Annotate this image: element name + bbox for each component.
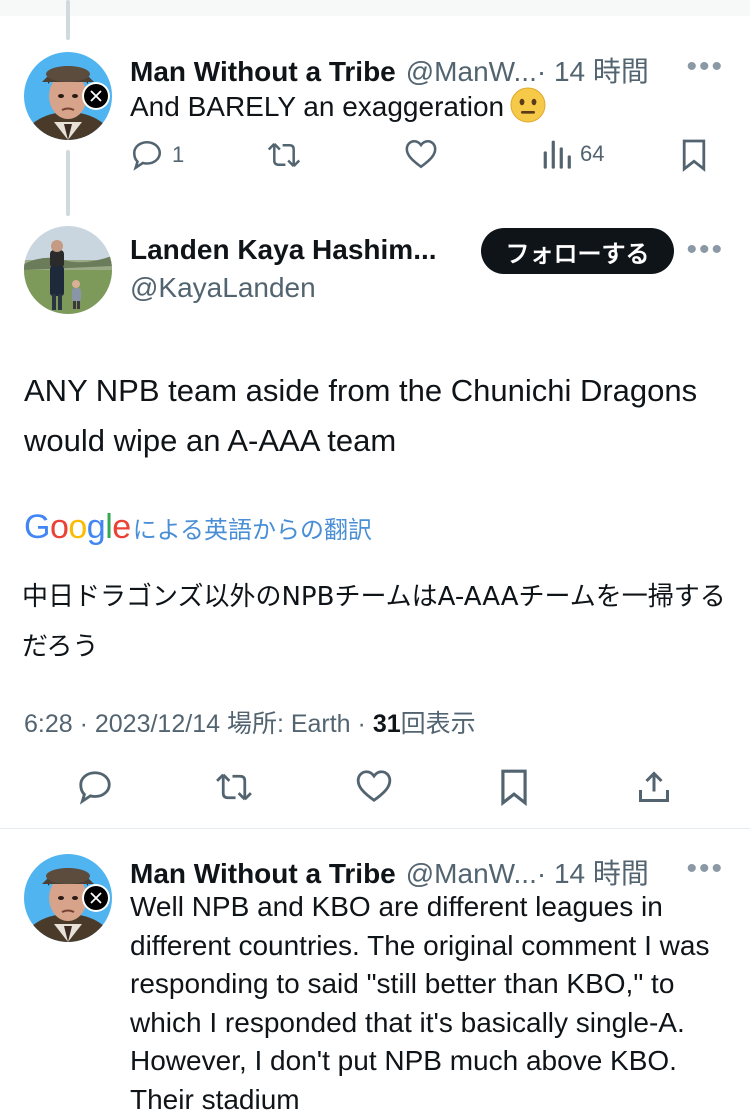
reply-count: 1 (172, 142, 185, 167)
share-button[interactable] (636, 768, 672, 806)
thread-line-top (66, 0, 70, 40)
avatar-main[interactable] (24, 226, 112, 314)
bookmark-button[interactable] (680, 138, 708, 172)
divider (0, 828, 750, 829)
x-badge-icon (82, 884, 110, 912)
reply-text: Well NPB and KBO are different leagues i… (130, 891, 710, 1115)
handle-main[interactable]: @KayaLanden (130, 272, 316, 304)
views-button[interactable]: 64 (542, 138, 604, 170)
handle[interactable]: @ManW... (406, 56, 537, 88)
retweet-button[interactable] (214, 768, 254, 806)
display-name-main[interactable]: Landen Kaya Hashim... (130, 234, 437, 266)
meta-timestamp[interactable]: 6:28 · 2023/12/14 場所: Earth · (24, 710, 373, 738)
reply-button[interactable]: 1 (130, 138, 184, 172)
bookmark-button[interactable] (498, 768, 530, 806)
meta-view-label: 回表示 (400, 710, 476, 738)
follow-button[interactable]: フォローする (481, 228, 674, 274)
timestamp[interactable]: · 14 時間 (537, 852, 649, 892)
translation-attribution[interactable]: Google による英語からの翻訳 (24, 508, 372, 547)
reply-text-body: And BARELY an exaggeration (130, 91, 505, 122)
timestamp[interactable]: · 14 時間 (537, 50, 649, 90)
top-fade (0, 0, 750, 16)
more-icon[interactable]: ••• (686, 854, 724, 884)
meta-view-count: 31 (372, 710, 401, 738)
thread-line-middle (66, 150, 70, 216)
more-icon[interactable]: ••• (686, 52, 724, 82)
author-row: Man Without a Tribe @ManW... · 14 時間 (130, 852, 649, 892)
author-row: Man Without a Tribe @ManW... · 14 時間 (130, 50, 649, 90)
translation-label: による英語からの翻訳 (132, 516, 372, 544)
view-count: 64 (580, 141, 605, 166)
tweet-meta: 6:28 · 2023/12/14 場所: Earth · 31回表示 (24, 704, 476, 740)
tweet-text: ANY NPB team aside from the Chunichi Dra… (24, 373, 698, 458)
more-icon[interactable]: ••• (686, 235, 724, 265)
display-name[interactable]: Man Without a Tribe (130, 56, 396, 88)
reply-text: And BARELY an exaggeration (130, 87, 546, 126)
reply-button[interactable] (76, 768, 114, 806)
like-button[interactable] (355, 768, 393, 804)
neutral-face-emoji (510, 87, 546, 123)
google-logo: Google (24, 508, 131, 546)
like-button[interactable] (404, 138, 438, 170)
retweet-button[interactable] (266, 138, 302, 172)
translated-text: 中日ドラゴンズ以外のNPBチームはA-AAAチームを一掃するだろう (22, 582, 726, 662)
handle[interactable]: @ManW... (406, 858, 537, 890)
x-badge-icon (82, 82, 110, 110)
display-name[interactable]: Man Without a Tribe (130, 858, 396, 890)
